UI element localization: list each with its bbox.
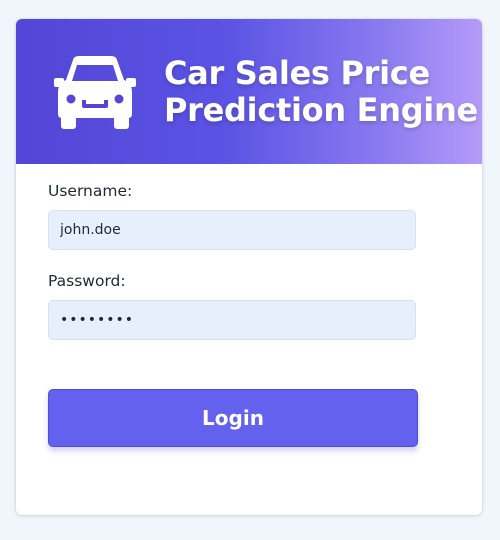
username-label: Username: — [48, 182, 133, 200]
login-button[interactable]: Login — [48, 389, 418, 447]
title-line-2: Prediction Engine — [164, 91, 478, 129]
password-field[interactable] — [48, 300, 416, 340]
page-title: Car Sales Price Prediction Engine — [164, 55, 478, 129]
car-icon — [54, 56, 136, 129]
username-field[interactable] — [48, 210, 416, 250]
header-banner: Car Sales Price Prediction Engine — [16, 19, 482, 164]
title-line-1: Car Sales Price — [164, 54, 430, 92]
password-label: Password: — [48, 272, 126, 290]
